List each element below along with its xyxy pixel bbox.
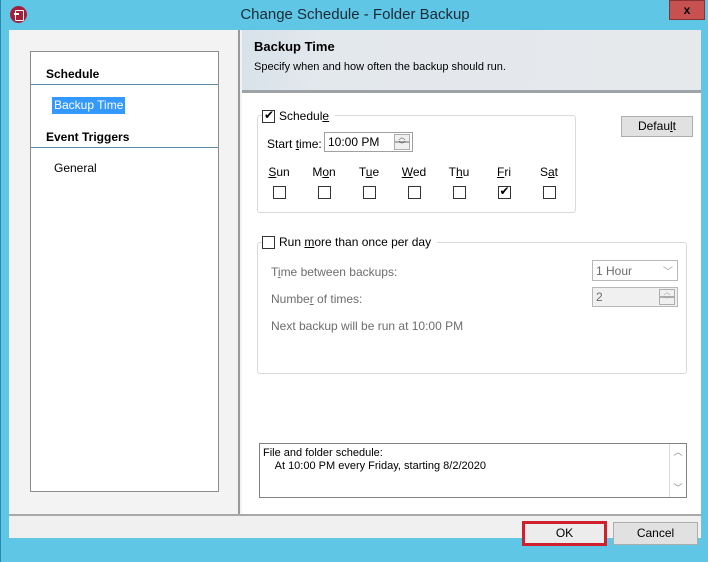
schedule-checkbox-label: Schedule <box>279 109 330 123</box>
dialog-body: Schedule Backup Time Event Triggers Gene… <box>9 30 701 538</box>
start-time-spinner[interactable]: ︿ ﹀ <box>394 134 410 150</box>
weekday-label: Wed <box>401 165 427 179</box>
summary-scrollbar[interactable]: ︿ ﹀ <box>669 444 686 497</box>
weekday-label: Thu <box>448 165 470 179</box>
weekday-thu[interactable]: Thu <box>444 165 474 202</box>
schedule-summary-text: File and folder schedule: At 10:00 PM ev… <box>263 447 486 472</box>
run-more-than-once-label: Run more than once per day <box>279 235 432 249</box>
scroll-down-icon[interactable]: ﹀ <box>670 480 686 497</box>
nav-item-general[interactable]: General <box>52 160 99 177</box>
time-between-backups-value: 1 Hour <box>596 264 633 278</box>
weekday-label: Fri <box>496 165 511 179</box>
chevron-down-icon: ﹀ <box>663 267 673 278</box>
dialog-window: Change Schedule - Folder Backup x Schedu… <box>0 0 708 562</box>
weekday-checkbox[interactable] <box>272 186 286 199</box>
window-title: Change Schedule - Folder Backup <box>240 6 470 23</box>
weekday-wed[interactable]: Wed <box>399 165 429 202</box>
right-pane: Backup Time Specify when and how often t… <box>242 30 701 514</box>
weekday-checkbox[interactable] <box>542 186 556 199</box>
weekday-label: Sun <box>268 165 290 179</box>
weekday-checkbox[interactable] <box>407 186 421 199</box>
weekday-sat[interactable]: Sat <box>534 165 564 202</box>
chevron-down-icon[interactable]: ﹀ <box>659 297 675 305</box>
settings-nav-list: Schedule Backup Time Event Triggers Gene… <box>30 51 219 492</box>
run-more-than-once-checkbox-box[interactable] <box>262 235 275 249</box>
cancel-button[interactable]: Cancel <box>613 522 698 545</box>
weekday-mon[interactable]: Mon <box>309 165 339 202</box>
ok-button[interactable]: OK <box>522 521 607 546</box>
nav-section-event-triggers: Event Triggers <box>31 129 218 148</box>
page-title: Backup Time <box>254 39 335 54</box>
chevron-up-icon[interactable]: ︿ <box>659 289 675 297</box>
default-button[interactable]: Default <box>621 116 693 137</box>
chevron-down-icon[interactable]: ﹀ <box>394 142 410 150</box>
weekday-sun[interactable]: Sun <box>264 165 294 202</box>
weekday-label: Mon <box>312 165 336 179</box>
chevron-up-icon[interactable]: ︿ <box>394 134 410 142</box>
page-header: Backup Time Specify when and how often t… <box>242 30 701 93</box>
schedule-checkbox-box[interactable] <box>262 108 275 123</box>
left-pane: Schedule Backup Time Event Triggers Gene… <box>9 30 240 514</box>
weekday-checkbox[interactable] <box>362 186 376 199</box>
start-time-value: 10:00 PM <box>328 135 380 149</box>
number-of-times-spinner[interactable]: ︿ ﹀ <box>659 289 675 305</box>
weekday-label: Sat <box>539 165 559 179</box>
next-backup-text: Next backup will be run at 10:00 PM <box>271 319 464 333</box>
nav-item-backup-time[interactable]: Backup Time <box>52 97 126 114</box>
weekday-tue[interactable]: Tue <box>354 165 384 202</box>
schedule-summary-box[interactable]: File and folder schedule: At 10:00 PM ev… <box>259 443 687 498</box>
weekday-checkbox[interactable] <box>452 186 466 199</box>
time-between-backups-select[interactable]: 1 Hour ﹀ <box>592 260 678 281</box>
start-time-label: Start time: <box>267 137 322 151</box>
time-between-backups-label: Time between backups: <box>271 265 398 279</box>
number-of-times-label: Number of times: <box>271 292 363 306</box>
weekday-label: Tue <box>358 165 380 179</box>
schedule-checkbox[interactable]: Schedule <box>262 108 336 123</box>
weekday-fri[interactable]: Fri <box>489 165 519 202</box>
weekday-checkbox[interactable] <box>497 184 511 199</box>
scroll-up-icon[interactable]: ︿ <box>670 444 686 461</box>
run-more-than-once-checkbox[interactable]: Run more than once per day <box>262 235 438 249</box>
close-button[interactable]: x <box>669 0 705 20</box>
start-time-input[interactable]: 10:00 PM ︿ ﹀ <box>324 132 413 152</box>
title-bar[interactable]: Change Schedule - Folder Backup x <box>1 0 708 30</box>
number-of-times-input[interactable]: 2 ︿ ﹀ <box>592 287 678 307</box>
nav-section-schedule: Schedule <box>31 66 218 85</box>
page-subtitle: Specify when and how often the backup sh… <box>254 61 506 73</box>
number-of-times-value: 2 <box>596 290 603 304</box>
weekday-checkbox[interactable] <box>317 186 331 199</box>
